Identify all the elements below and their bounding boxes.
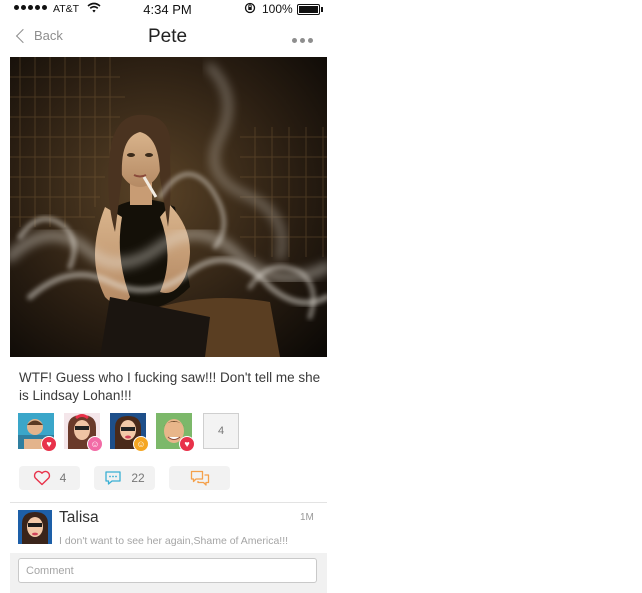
- love-reaction-badge: ♥: [41, 436, 57, 452]
- chat-button[interactable]: [169, 466, 230, 490]
- comment-bubble-icon: [105, 471, 121, 485]
- heart-icon: [33, 470, 50, 486]
- divider: [10, 502, 327, 503]
- laugh-reaction-badge: ☺: [87, 436, 103, 452]
- navigation-bar: Back Pete: [0, 20, 335, 56]
- comment-count: 22: [131, 471, 145, 485]
- post-text: WTF! Guess who I fucking saw!!! Don't te…: [19, 370, 321, 403]
- more-reactions-count[interactable]: 4: [203, 413, 239, 449]
- like-button[interactable]: 4: [19, 466, 80, 490]
- comment-author[interactable]: Talisa: [59, 509, 99, 527]
- more-options-icon[interactable]: [292, 38, 313, 43]
- comment-timestamp: 1M: [300, 512, 314, 523]
- love-reaction-badge: ♥: [179, 436, 195, 452]
- battery-percentage: 100%: [262, 2, 293, 16]
- rotation-lock-icon: [244, 2, 256, 17]
- reactor-avatar[interactable]: ☺: [110, 413, 149, 452]
- status-bar: AT&T 4:34 PM 100%: [0, 0, 335, 20]
- chat-icon: [190, 470, 209, 486]
- page-title: Pete: [147, 26, 188, 47]
- phone-screen: AT&T 4:34 PM 100% Back Pete WTF! Guess w…: [0, 0, 335, 593]
- smile-reaction-badge: ☺: [133, 436, 149, 452]
- avatar[interactable]: [18, 510, 52, 544]
- comment-input-bar: [10, 553, 327, 593]
- comment-input[interactable]: [18, 558, 317, 583]
- comment-text: I don't want to see her again,Shame of A…: [59, 535, 289, 547]
- action-bar: 4 22: [19, 466, 230, 490]
- battery-icon: [297, 4, 323, 15]
- reactions-row: ♥ ☺ ☺ ♥ 4: [18, 413, 239, 452]
- reactor-avatar[interactable]: ♥: [156, 413, 195, 452]
- reactor-avatar[interactable]: ☺: [64, 413, 103, 452]
- post-photo[interactable]: [10, 57, 327, 357]
- comments-button[interactable]: 22: [94, 466, 155, 490]
- like-count: 4: [59, 471, 67, 485]
- reactor-avatar[interactable]: ♥: [18, 413, 57, 452]
